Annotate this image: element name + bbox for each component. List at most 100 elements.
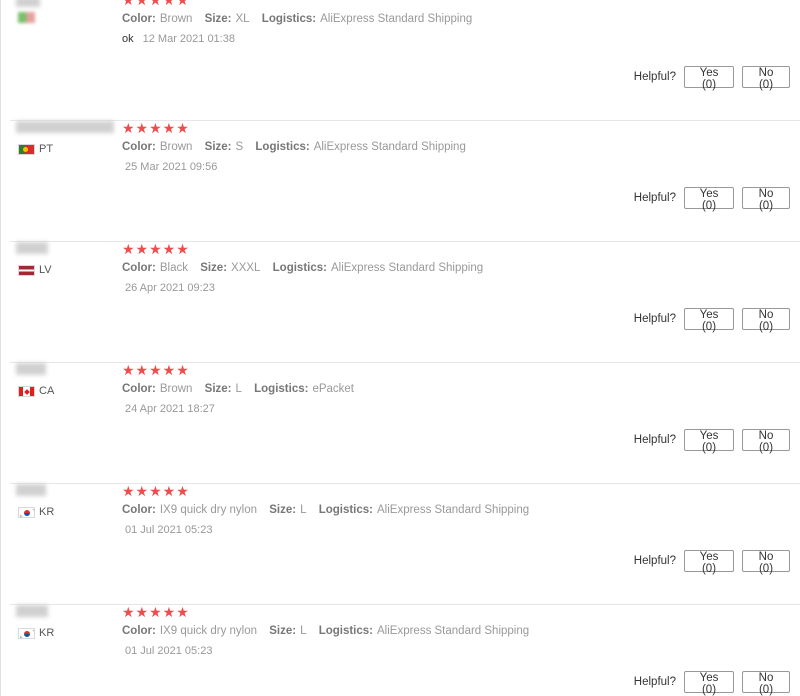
- color-value: Brown: [159, 141, 193, 153]
- helpful-no-button[interactable]: No (0): [742, 66, 790, 91]
- canada-flag-icon: [18, 385, 35, 397]
- korea-flag-icon: [18, 627, 35, 639]
- helpful-voting: Helpful? Yes (0) No (0): [633, 429, 790, 454]
- helpful-yes-button[interactable]: Yes (0): [684, 187, 734, 212]
- review-date: 24 Apr 2021 18:27: [125, 403, 215, 415]
- country-code: KR: [39, 506, 55, 518]
- blurred-username: [16, 242, 48, 254]
- blurred-username: [16, 0, 40, 7]
- review-date: 25 Mar 2021 09:56: [125, 161, 218, 173]
- color-label: Color:: [122, 383, 156, 395]
- logistics-label: Logistics:: [261, 13, 317, 25]
- logistics-label: Logistics:: [318, 504, 373, 516]
- logistics-value: AliExpress Standard Shipping: [313, 141, 466, 153]
- review-date: 26 Apr 2021 09:23: [125, 282, 215, 294]
- helpful-no-button[interactable]: No (0): [742, 550, 790, 575]
- latvia-flag-icon: [18, 264, 35, 276]
- helpful-yes-button[interactable]: Yes (0): [684, 550, 734, 575]
- blurred-username: [16, 363, 46, 375]
- helpful-label: Helpful?: [633, 313, 676, 325]
- size-label: Size:: [204, 13, 232, 25]
- sku-info: Color: IX9 quick dry nylon Size: L Logisti…: [122, 625, 529, 637]
- logistics-label: Logistics:: [254, 383, 309, 395]
- star-rating: ★★★★★: [122, 241, 190, 257]
- helpful-label: Helpful?: [633, 192, 676, 204]
- review-item: KR ★★★★★ Color: IX9 quick dry nylon Size:…: [0, 605, 800, 696]
- logistics-label: Logistics:: [272, 262, 327, 274]
- color-value: IX9 quick dry nylon: [159, 625, 258, 637]
- buyer-country: KR: [18, 627, 54, 639]
- size-value: L: [300, 625, 307, 637]
- size-label: Size:: [204, 383, 232, 395]
- size-value: L: [235, 383, 242, 395]
- logistics-value: AliExpress Standard Shipping: [377, 625, 530, 637]
- blurred-username: [16, 605, 48, 617]
- size-label: Size:: [204, 141, 232, 153]
- helpful-voting: Helpful? Yes (0) No (0): [633, 671, 790, 696]
- helpful-label: Helpful?: [633, 555, 676, 567]
- buyer-country: KR: [18, 506, 54, 518]
- country-code: PT: [39, 143, 54, 155]
- sku-info: Color: Brown Size: XL Logistics: AliExpress…: [122, 13, 472, 25]
- review-feedback: 01 Jul 2021 05:23: [122, 524, 212, 536]
- logistics-value: ePacket: [312, 383, 354, 395]
- color-label: Color:: [122, 13, 156, 25]
- size-label: Size:: [200, 262, 228, 274]
- logistics-label: Logistics:: [255, 141, 310, 153]
- korea-flag-icon: [18, 506, 35, 518]
- blurred-username: [16, 484, 46, 496]
- star-rating: ★★★★★: [122, 483, 190, 499]
- buyer-country: [18, 11, 39, 23]
- helpful-voting: Helpful? Yes (0) No (0): [633, 187, 790, 212]
- country-code: KR: [39, 627, 55, 639]
- helpful-label: Helpful?: [633, 434, 676, 446]
- size-value: L: [300, 504, 307, 516]
- size-label: Size:: [269, 625, 297, 637]
- helpful-no-button[interactable]: No (0): [742, 187, 790, 212]
- sku-info: Color: Black Size: XXXL Logistics: AliExpre…: [122, 262, 483, 274]
- feedback-text: ok: [122, 33, 134, 45]
- review-item: CA ★★★★★ Color: Brown Size: L Logistics: eP…: [0, 363, 800, 484]
- color-label: Color:: [122, 262, 156, 274]
- country-code: LV: [39, 264, 52, 276]
- review-item: KR ★★★★★ Color: IX9 quick dry nylon Size:…: [0, 484, 800, 605]
- review-feedback: 01 Jul 2021 05:23: [122, 645, 212, 657]
- portugal-flag-icon: [18, 143, 35, 155]
- buyer-country: LV: [18, 264, 52, 276]
- blurred-username: [16, 121, 114, 133]
- helpful-no-button[interactable]: No (0): [742, 429, 790, 454]
- review-feedback: 24 Apr 2021 18:27: [122, 403, 215, 415]
- color-label: Color:: [122, 625, 156, 637]
- helpful-yes-button[interactable]: Yes (0): [684, 429, 734, 454]
- sku-info: Color: IX9 quick dry nylon Size: L Logisti…: [122, 504, 529, 516]
- logistics-value: AliExpress Standard Shipping: [377, 504, 530, 516]
- logistics-value: AliExpress Standard Shipping: [320, 13, 473, 25]
- star-rating: ★★★★★: [122, 604, 190, 620]
- review-date: 12 Mar 2021 01:38: [142, 33, 235, 45]
- star-rating: ★★★★★: [122, 120, 190, 136]
- review-feedback: 26 Apr 2021 09:23: [122, 282, 215, 294]
- logistics-value: AliExpress Standard Shipping: [330, 262, 484, 274]
- helpful-no-button[interactable]: No (0): [742, 671, 790, 696]
- review-date: 01 Jul 2021 05:23: [125, 524, 213, 536]
- color-value: IX9 quick dry nylon: [159, 504, 258, 516]
- size-value: S: [235, 141, 244, 153]
- sku-info: Color: Brown Size: S Logistics: AliExpress …: [122, 141, 466, 153]
- helpful-voting: Helpful? Yes (0) No (0): [633, 308, 790, 333]
- helpful-yes-button[interactable]: Yes (0): [684, 66, 734, 91]
- review-feedback: 25 Mar 2021 09:56: [122, 161, 217, 173]
- size-label: Size:: [269, 504, 297, 516]
- buyer-country: PT: [18, 143, 53, 155]
- color-label: Color:: [122, 504, 156, 516]
- helpful-label: Helpful?: [633, 676, 676, 688]
- review-list: ★★★★★ Color: Brown Size: XL Logistics: AliE…: [0, 0, 800, 696]
- helpful-yes-button[interactable]: Yes (0): [684, 671, 734, 696]
- review-feedback: ok 12 Mar 2021 01:38: [122, 33, 235, 45]
- logistics-label: Logistics:: [318, 625, 373, 637]
- helpful-label: Helpful?: [633, 71, 676, 83]
- star-rating: ★★★★★: [122, 362, 190, 378]
- helpful-no-button[interactable]: No (0): [742, 308, 790, 333]
- blurred-flag-icon: [18, 11, 35, 23]
- sku-info: Color: Brown Size: L Logistics: ePacket: [122, 383, 354, 395]
- helpful-yes-button[interactable]: Yes (0): [684, 308, 734, 333]
